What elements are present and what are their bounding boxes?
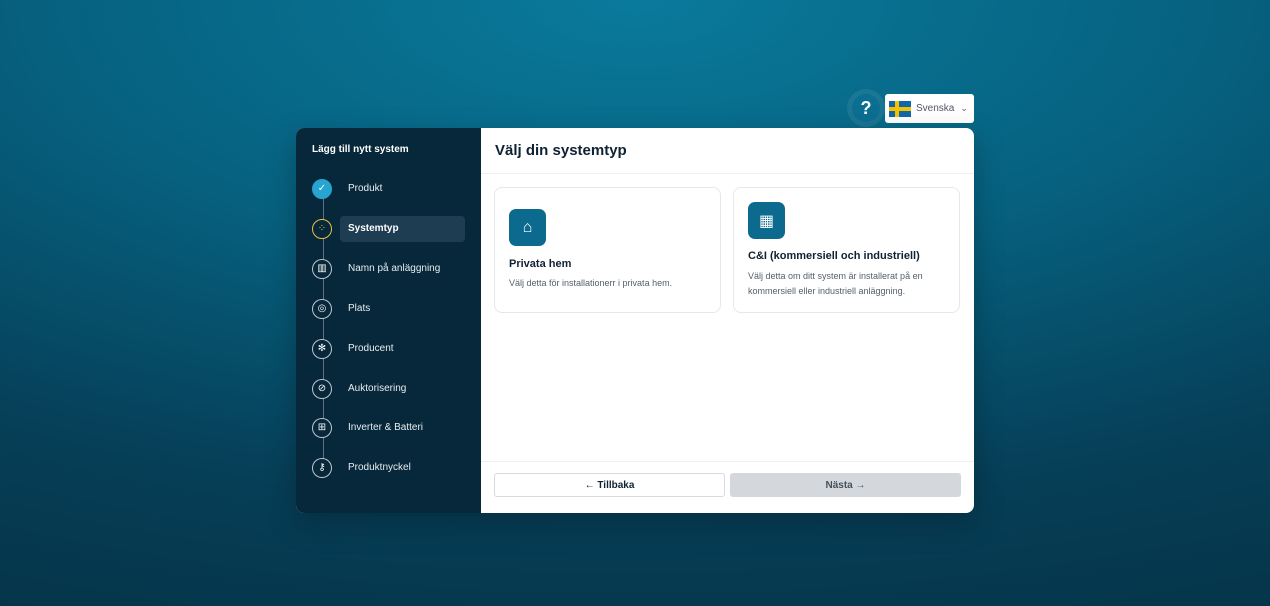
step-plats[interactable]: ◎ Plats — [312, 296, 465, 321]
footer-divider — [481, 461, 974, 462]
grid-icon: ⁘ — [312, 218, 332, 239]
step-label: Namn på anläggning — [348, 263, 441, 274]
option-title: Privata hem — [509, 258, 572, 270]
check-icon: ✓ — [312, 178, 332, 199]
fan-icon: ✻ — [312, 338, 332, 359]
battery-icon: ⊞ — [312, 417, 332, 438]
sidebar-title: Lägg till nytt system — [312, 144, 409, 155]
step-auktorisering[interactable]: ⊘ Auktorisering — [312, 376, 465, 401]
language-select[interactable]: Svenska ⌄ — [885, 94, 974, 123]
building-icon: ▥ — [312, 258, 332, 279]
language-label: Svenska — [916, 103, 955, 114]
add-system-dialog: Lägg till nytt system ✓ Produkt ⁘ System… — [296, 128, 974, 513]
step-label: Plats — [348, 303, 371, 314]
step-produktnyckel[interactable]: ⚷ Produktnyckel — [312, 455, 465, 480]
option-title: C&I (kommersiell och industriell) — [748, 250, 920, 262]
chevron-down-icon: ⌄ — [960, 103, 968, 113]
page-title: Välj din systemtyp — [495, 142, 627, 159]
next-button[interactable]: Nästa → — [730, 473, 961, 497]
key-icon: ⚷ — [312, 457, 332, 478]
step-inverter[interactable]: ⊞ Inverter & Batteri — [312, 415, 465, 440]
option-private-home[interactable]: ⌂ Privata hem Välj detta för installatio… — [494, 187, 721, 313]
factory-icon: ▦ — [748, 202, 785, 239]
step-label: Inverter & Batteri — [348, 422, 424, 433]
option-description: Välj detta om ditt system är installerat… — [748, 271, 923, 296]
link-icon: ⊘ — [312, 378, 332, 399]
stepper-sidebar: Lägg till nytt system ✓ Produkt ⁘ System… — [296, 128, 481, 513]
house-icon: ⌂ — [509, 209, 546, 246]
option-description: Välj detta för installationerr i privata… — [509, 278, 673, 288]
option-commercial-industrial[interactable]: ▦ C&I (kommersiell och industriell) Välj… — [733, 187, 960, 313]
step-label: Produktnyckel — [348, 462, 411, 473]
step-producent[interactable]: ✻ Producent — [312, 336, 465, 361]
title-divider — [481, 173, 974, 174]
active-step-highlight: Systemtyp — [340, 215, 465, 242]
step-label: Systemtyp — [348, 223, 399, 234]
step-systemtyp[interactable]: ⁘ Systemtyp — [312, 215, 465, 242]
sweden-flag-icon — [889, 100, 911, 117]
location-pin-icon: ◎ — [312, 298, 332, 319]
help-button[interactable]: ? — [852, 94, 880, 122]
main-panel: Välj din systemtyp ⌂ Privata hem Välj de… — [481, 128, 974, 513]
step-produkt[interactable]: ✓ Produkt — [312, 176, 465, 201]
back-button[interactable]: ← Tillbaka — [494, 473, 725, 497]
step-namn[interactable]: ▥ Namn på anläggning — [312, 256, 465, 281]
step-label: Produkt — [348, 183, 383, 194]
step-label: Auktorisering — [348, 383, 407, 394]
step-label: Producent — [348, 343, 394, 354]
help-icon: ? — [860, 97, 872, 118]
